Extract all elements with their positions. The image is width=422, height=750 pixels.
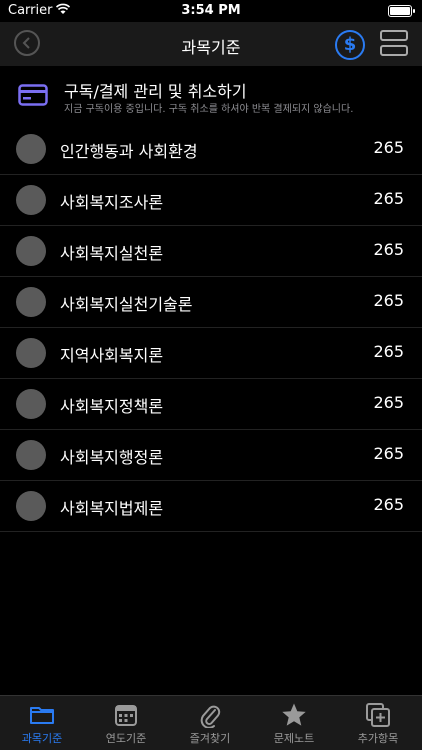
subject-avatar — [16, 236, 46, 266]
subject-count: 265 — [373, 444, 404, 463]
list-item[interactable]: 지역사회복지론 265 — [0, 328, 422, 379]
subscription-button[interactable]: $ — [335, 30, 365, 60]
tab-notes[interactable]: 문제노트 — [252, 702, 336, 746]
subject-list: 인간행동과 사회환경 265 사회복지조사론 265 사회복지실천론 265 사… — [0, 124, 422, 532]
layout-icon — [380, 30, 408, 41]
tab-more[interactable]: 추가항목 — [336, 702, 420, 746]
tab-subject[interactable]: 과목기준 — [0, 702, 84, 746]
subject-avatar — [16, 338, 46, 368]
list-item[interactable]: 인간행동과 사회환경 265 — [0, 124, 422, 175]
navigation-bar: 과목기준 $ — [0, 22, 422, 66]
list-item[interactable]: 사회복지정책론 265 — [0, 379, 422, 430]
list-item[interactable]: 사회복지법제론 265 — [0, 481, 422, 532]
subject-label: 사회복지정책론 — [60, 397, 164, 416]
subject-count: 265 — [373, 342, 404, 361]
subscription-banner[interactable]: 구독/결제 관리 및 취소하기 지금 구독이용 중입니다. 구독 취소를 하셔야… — [0, 66, 422, 118]
tab-label: 과목기준 — [21, 732, 63, 745]
subject-label: 지역사회복지론 — [60, 346, 164, 365]
subject-count: 265 — [373, 189, 404, 208]
clock: 3:54 PM — [181, 3, 241, 18]
list-item[interactable]: 사회복지실천론 265 — [0, 226, 422, 277]
subject-label: 인간행동과 사회환경 — [60, 142, 198, 161]
battery-icon — [388, 5, 415, 17]
paperclip-icon — [168, 702, 252, 728]
dollar-icon: $ — [343, 34, 357, 55]
subject-avatar — [16, 134, 46, 164]
tab-label: 즐겨찾기 — [189, 732, 231, 745]
tab-bar: 과목기준 연도기준 즐겨찾기 문제노트 추가항목 — [0, 695, 422, 750]
list-item[interactable]: 사회복지실천기술론 265 — [0, 277, 422, 328]
tab-label: 문제노트 — [273, 732, 315, 745]
tab-year[interactable]: 연도기준 — [84, 702, 168, 746]
star-icon — [252, 702, 336, 728]
tab-label: 추가항목 — [357, 732, 399, 745]
subject-count: 265 — [373, 291, 404, 310]
subject-count: 265 — [373, 393, 404, 412]
subject-label: 사회복지실천기술론 — [60, 295, 193, 314]
subject-label: 사회복지법제론 — [60, 499, 164, 518]
subject-count: 265 — [373, 240, 404, 259]
tab-label: 연도기준 — [105, 732, 147, 745]
subject-avatar — [16, 491, 46, 521]
subscription-heading: 구독/결제 관리 및 취소하기 — [64, 82, 247, 101]
subject-count: 265 — [373, 138, 404, 157]
add-square-icon — [336, 702, 420, 728]
subject-avatar — [16, 287, 46, 317]
subscription-description: 지금 구독이용 중입니다. 구독 취소를 하셔야 반복 결제되지 않습니다. — [64, 104, 354, 115]
subject-label: 사회복지실천론 — [60, 244, 164, 263]
subject-count: 265 — [373, 495, 404, 514]
subject-avatar — [16, 185, 46, 215]
list-item[interactable]: 사회복지조사론 265 — [0, 175, 422, 226]
tab-favorites[interactable]: 즐겨찾기 — [168, 702, 252, 746]
list-item[interactable]: 사회복지행정론 265 — [0, 430, 422, 481]
subject-label: 사회복지행정론 — [60, 448, 164, 467]
folder-icon — [0, 702, 84, 728]
layout-toggle-button[interactable] — [380, 30, 410, 58]
status-bar: Carrier 3:54 PM — [0, 0, 422, 22]
subject-avatar — [16, 440, 46, 470]
calendar-icon — [84, 702, 168, 728]
layout-icon-lower — [380, 45, 408, 56]
credit-card-icon — [18, 84, 48, 110]
subject-label: 사회복지조사론 — [60, 193, 164, 212]
subject-avatar — [16, 389, 46, 419]
